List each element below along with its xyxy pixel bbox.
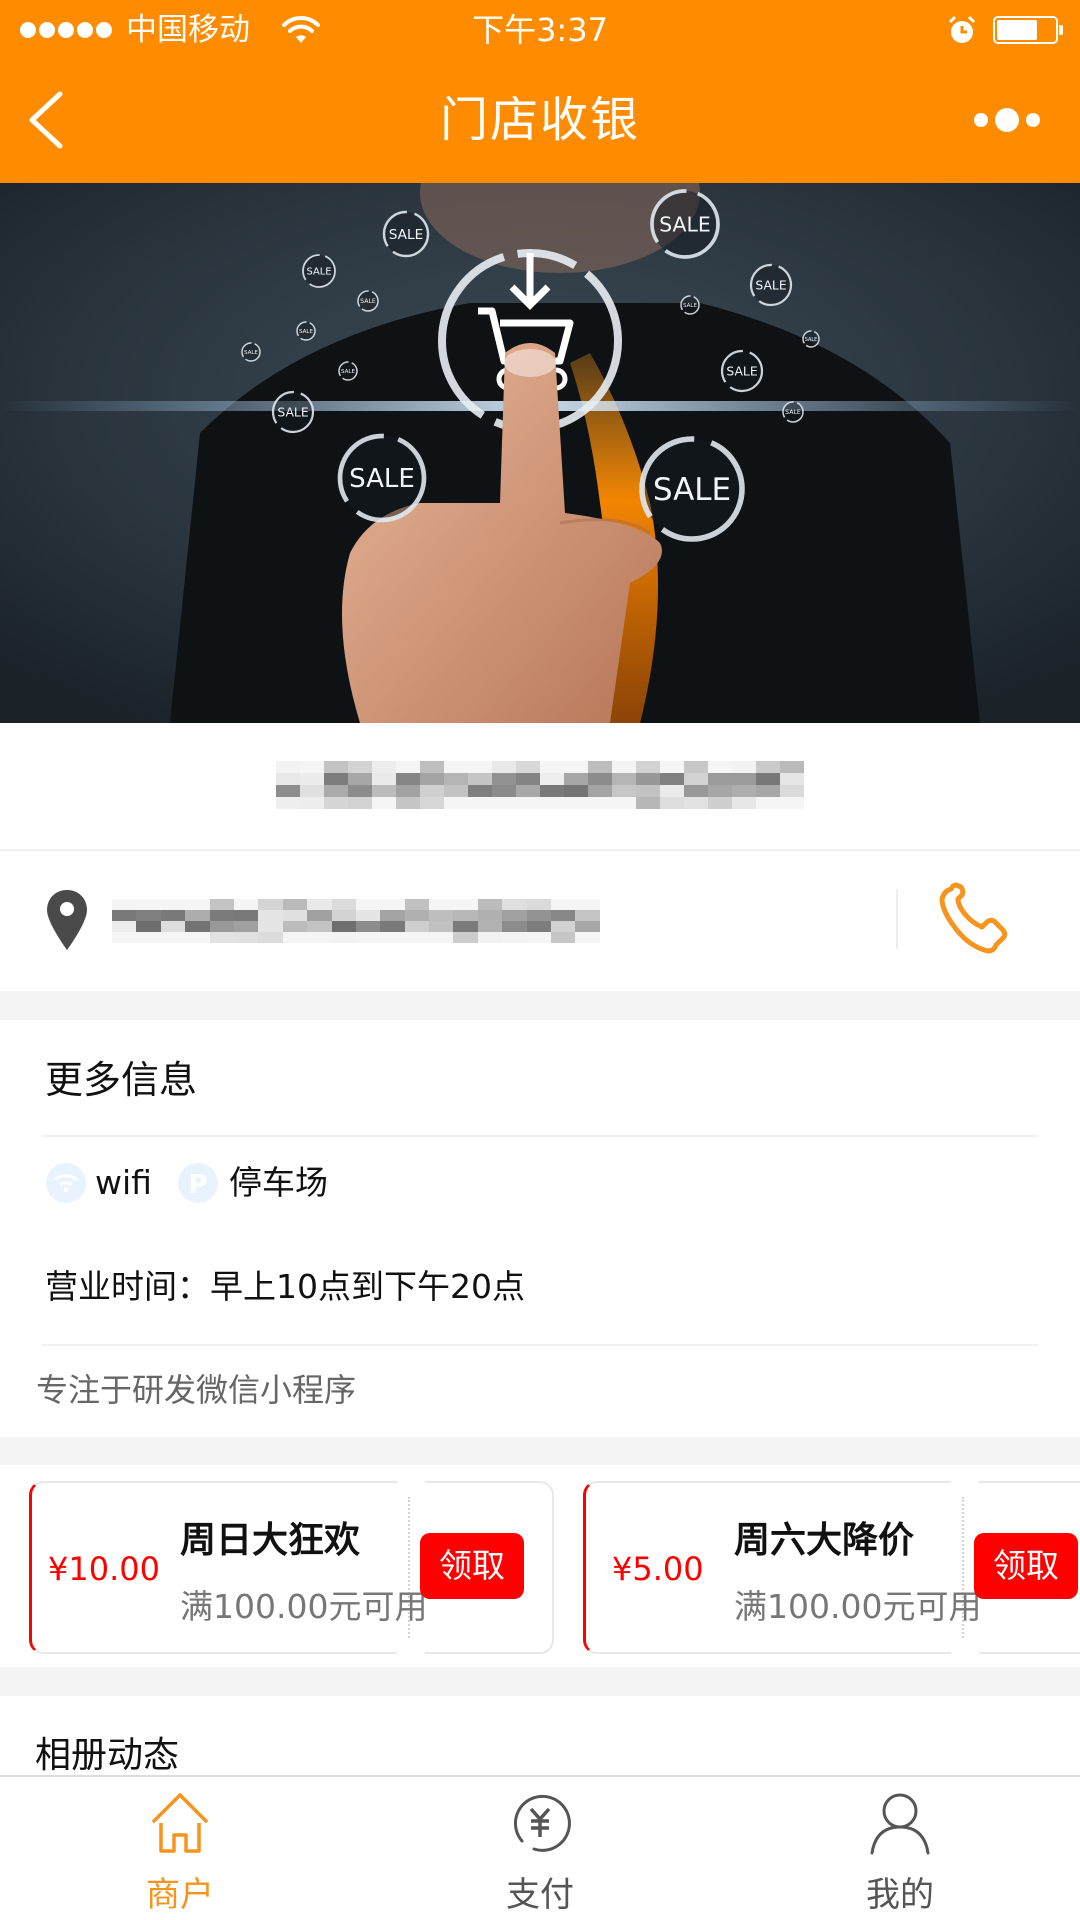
coupon-amount: ¥10.00 bbox=[48, 1550, 160, 1588]
yuan-circle-icon bbox=[514, 1794, 571, 1852]
divider bbox=[0, 849, 1080, 851]
sale-badge: SALE bbox=[241, 342, 261, 362]
svg-text:SALE: SALE bbox=[341, 369, 356, 375]
store-tagline: 专注于研发微信小程序 bbox=[36, 1371, 357, 1409]
tab-merchant[interactable]: 商户 bbox=[0, 1777, 360, 1920]
tag-label-parking: 停车场 bbox=[229, 1163, 328, 1202]
sale-badge: SALE bbox=[338, 361, 358, 381]
phone-icon bbox=[939, 882, 1008, 954]
sale-badge: SALE bbox=[802, 330, 820, 348]
hero-illustration: SALE SALE SALE SALE SALE SALE SALE SALE SALE SALE… bbox=[0, 183, 1080, 723]
page-title: 门店收银 bbox=[439, 92, 640, 148]
store-address[interactable] bbox=[112, 899, 600, 943]
vertical-separator bbox=[896, 889, 898, 949]
svg-text:SALE: SALE bbox=[755, 277, 786, 292]
coupon-title: 周日大狂欢 bbox=[180, 1520, 361, 1561]
sale-badge: SALE bbox=[357, 290, 379, 312]
home-icon bbox=[152, 1793, 208, 1853]
coupon-card: ¥5.00 周六大降价 满100.00元可用 领取 bbox=[583, 1480, 1080, 1655]
svg-text:SALE: SALE bbox=[306, 267, 331, 278]
coupon-list[interactable]: ¥10.00 周日大狂欢 满100.00元可用 领取 ¥5.00 周六大降价 满… bbox=[0, 1465, 1080, 1667]
coupon-card: ¥10.00 周日大狂欢 满100.00元可用 领取 bbox=[29, 1480, 554, 1655]
tab-mine[interactable]: 我的 bbox=[720, 1777, 1080, 1920]
business-hours: 营业时间：早上10点到下午20点 bbox=[45, 1267, 525, 1306]
claim-coupon-button[interactable]: 领取 bbox=[420, 1533, 524, 1599]
svg-text:SALE: SALE bbox=[805, 337, 818, 343]
svg-text:SALE: SALE bbox=[244, 350, 259, 356]
svg-text:SALE: SALE bbox=[360, 298, 376, 305]
coupon-amount: ¥5.00 bbox=[612, 1550, 704, 1588]
svg-text:SALE: SALE bbox=[785, 409, 801, 416]
store-name bbox=[276, 761, 804, 809]
map-pin-icon bbox=[47, 890, 87, 950]
sale-badge: SALE bbox=[680, 295, 700, 315]
svg-text:SALE: SALE bbox=[349, 464, 415, 494]
alarm-icon bbox=[948, 15, 976, 43]
tab-payment[interactable]: 支付 bbox=[360, 1777, 720, 1920]
more-options-button[interactable] bbox=[960, 100, 1056, 140]
svg-text:SALE: SALE bbox=[659, 212, 711, 236]
svg-text:P: P bbox=[188, 1170, 207, 1200]
nav-header: 中国移动 下午3:37 门店收银 bbox=[0, 0, 1080, 183]
sale-badge: SALE bbox=[782, 401, 804, 423]
sale-badge: SALE bbox=[639, 436, 745, 542]
bottom-tab-bar: 商户 支付 我的 bbox=[0, 1775, 1080, 1920]
sale-badge: SALE bbox=[650, 189, 720, 259]
sale-badge: SALE bbox=[302, 254, 336, 288]
store-banner-image: SALE SALE SALE SALE SALE SALE SALE SALE SALE SALE… bbox=[0, 183, 1080, 723]
divider bbox=[42, 1344, 1038, 1346]
wifi-icon bbox=[46, 1163, 86, 1203]
coupon-title: 周六大降价 bbox=[734, 1520, 915, 1561]
store-info-card bbox=[0, 723, 1080, 991]
section-title: 更多信息 bbox=[45, 1058, 198, 1102]
sale-badge: SALE bbox=[271, 390, 315, 434]
user-icon bbox=[870, 1793, 930, 1855]
claim-coupon-button[interactable]: 领取 bbox=[974, 1533, 1078, 1599]
svg-text:SALE: SALE bbox=[653, 472, 731, 508]
sale-badge: SALE bbox=[720, 349, 764, 393]
sale-badge: SALE bbox=[749, 263, 793, 307]
tab-label: 商户 bbox=[146, 1875, 214, 1915]
parking-icon: P bbox=[178, 1163, 218, 1203]
svg-text:SALE: SALE bbox=[299, 329, 314, 335]
svg-text:SALE: SALE bbox=[277, 404, 308, 419]
sale-badge: SALE bbox=[296, 321, 316, 341]
svg-text:SALE: SALE bbox=[683, 303, 698, 309]
battery-icon bbox=[993, 16, 1065, 44]
status-time: 下午3:37 bbox=[472, 11, 608, 49]
sale-badge: SALE bbox=[337, 433, 427, 523]
tab-label: 支付 bbox=[506, 1875, 574, 1915]
tag-label-wifi: wifi bbox=[95, 1163, 152, 1202]
call-button[interactable] bbox=[926, 877, 1022, 961]
sale-badge: SALE bbox=[382, 210, 430, 258]
more-dots-icon bbox=[974, 108, 1040, 132]
tab-label: 我的 bbox=[866, 1875, 934, 1915]
more-info-section: 更多信息 wifi P 停车场 营业时间：早上10点到下午20点 专注于研发微信… bbox=[0, 1020, 1080, 1437]
svg-text:SALE: SALE bbox=[389, 227, 423, 243]
coupon-condition: 满100.00元可用 bbox=[734, 1587, 982, 1626]
divider bbox=[42, 1135, 1038, 1137]
section-title: 相册动态 bbox=[35, 1735, 180, 1776]
svg-text:SALE: SALE bbox=[726, 363, 757, 378]
coupon-condition: 满100.00元可用 bbox=[180, 1587, 428, 1626]
